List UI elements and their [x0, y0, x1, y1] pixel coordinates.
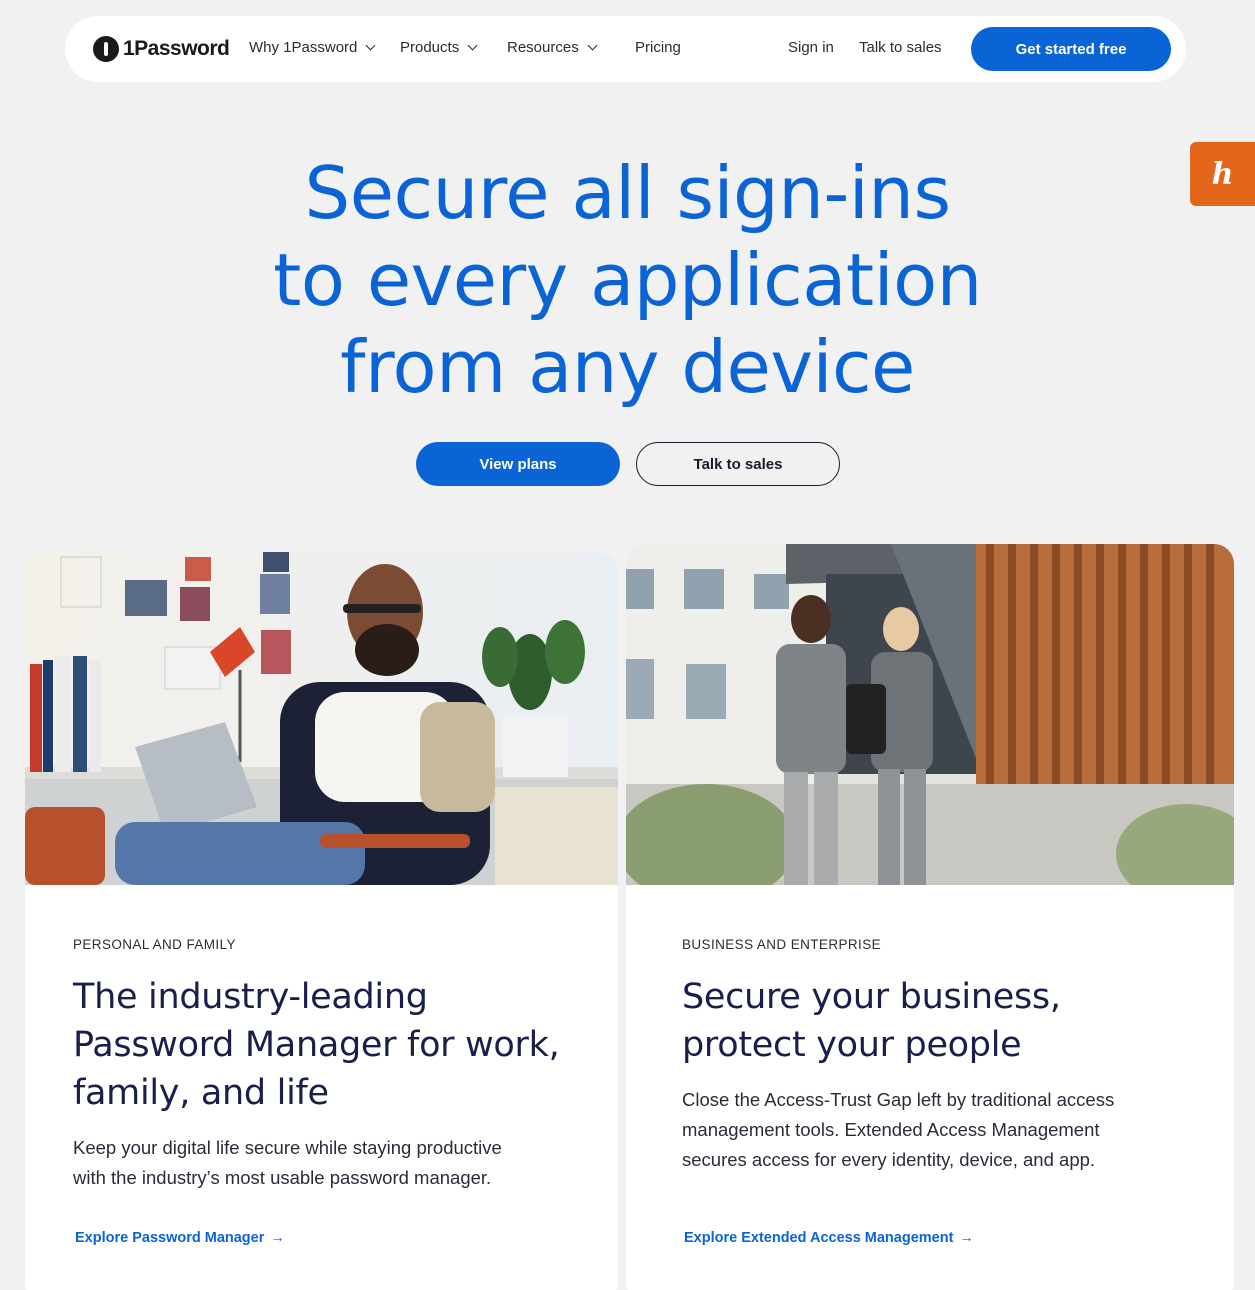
card-title: Secure your business, protect your peopl… [682, 973, 1061, 1069]
card-title-line: protect your people [682, 1025, 1022, 1065]
page: 1Password Why 1Password Products Resourc… [0, 0, 1255, 1290]
talk-to-sales-link[interactable]: Talk to sales [859, 39, 942, 56]
sign-in-label: Sign in [788, 39, 834, 56]
link-label: Explore Password Manager [75, 1230, 265, 1246]
card-description-line: Keep your digital life secure while stay… [73, 1137, 502, 1158]
get-started-free-button[interactable]: Get started free [971, 27, 1171, 71]
nav-resources[interactable]: Resources [507, 39, 598, 56]
nav-item-label: Resources [507, 39, 579, 56]
card-description-line: with the industry’s most usable password… [73, 1167, 492, 1188]
card-description-line: secures access for every identity, devic… [682, 1149, 1096, 1170]
card-title-line: Secure your business, [682, 977, 1061, 1017]
hero-line: to every application [273, 238, 982, 322]
hero-talk-to-sales-button[interactable]: Talk to sales [636, 442, 840, 486]
nav-products[interactable]: Products [400, 39, 478, 56]
home-office-photo [25, 552, 618, 885]
view-plans-label: View plans [479, 455, 557, 473]
logo[interactable]: 1Password [93, 36, 230, 62]
link-label: Explore Extended Access Management [684, 1230, 954, 1246]
sign-in-link[interactable]: Sign in [788, 39, 834, 56]
view-plans-button[interactable]: View plans [416, 442, 620, 486]
chevron-down-icon [587, 40, 598, 51]
business-enterprise-card: BUSINESS AND ENTERPRISE Secure your busi… [626, 544, 1234, 1290]
nav-pricing[interactable]: Pricing [635, 39, 681, 56]
hero-line: Secure all sign-ins [304, 151, 951, 235]
hero-line: from any device [340, 325, 915, 409]
top-nav: 1Password Why 1Password Products Resourc… [65, 16, 1186, 82]
personal-family-card: PERSONAL AND FAMILY The industry-leading… [25, 552, 618, 1290]
business-people-photo [626, 544, 1234, 885]
card-title-line: family, and life [73, 1073, 329, 1113]
nav-item-label: Pricing [635, 39, 681, 56]
chevron-down-icon [467, 40, 478, 51]
card-description: Keep your digital life secure while stay… [73, 1133, 502, 1193]
card-description-line: Close the Access-Trust Gap left by tradi… [682, 1089, 1115, 1110]
card-title: The industry-leading Password Manager fo… [73, 973, 560, 1117]
card-description-line: management tools. Extended Access Manage… [682, 1119, 1100, 1140]
get-started-label: Get started free [1015, 40, 1127, 58]
card-title-line: Password Manager for work, [73, 1025, 560, 1065]
arrow-right-icon: → [270, 1230, 285, 1246]
chevron-down-icon [365, 40, 376, 51]
arrow-right-icon: → [959, 1230, 974, 1246]
nav-item-label: Products [400, 39, 460, 56]
nav-item-label: Why 1Password [249, 39, 358, 56]
card-eyebrow: PERSONAL AND FAMILY [73, 937, 236, 952]
card-eyebrow: BUSINESS AND ENTERPRISE [682, 937, 881, 952]
card-description: Close the Access-Trust Gap left by tradi… [682, 1085, 1114, 1175]
explore-password-manager-link[interactable]: Explore Password Manager → [75, 1230, 285, 1246]
talk-to-sales-label: Talk to sales [693, 455, 783, 473]
nav-why-1password[interactable]: Why 1Password [249, 39, 376, 56]
logo-icon [93, 36, 119, 62]
hero-headline: Secure all sign-ins to every application… [0, 150, 1255, 411]
talk-to-sales-label: Talk to sales [859, 39, 942, 56]
card-title-line: The industry-leading [73, 977, 428, 1017]
explore-extended-access-management-link[interactable]: Explore Extended Access Management → [684, 1230, 974, 1246]
logo-text: 1Password [123, 37, 230, 60]
